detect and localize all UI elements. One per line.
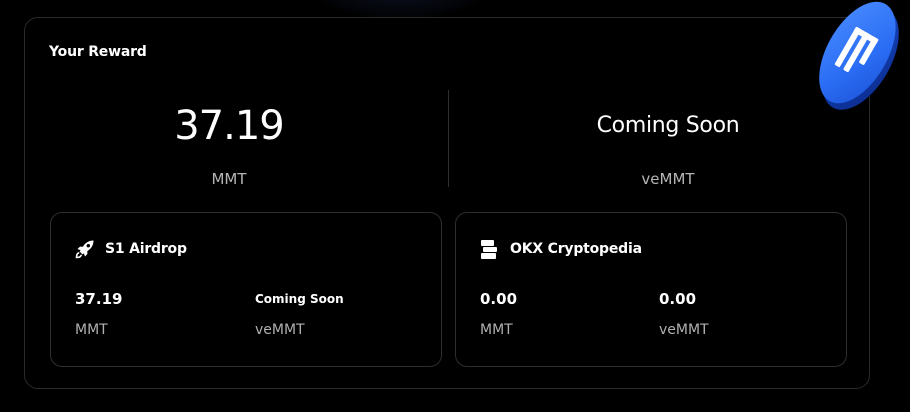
okx-vemmt-value: 0.00 <box>659 290 697 308</box>
okx-cryptopedia-icon <box>478 237 502 261</box>
okx-cryptopedia-label: OKX Cryptopedia <box>510 241 642 257</box>
s1-mmt-unit: MMT <box>75 322 108 338</box>
reward-card: Your Reward 37.19 MMT Coming Soon veMMT … <box>24 17 870 389</box>
s1-vemmt-value: Coming Soon <box>255 292 344 306</box>
vemmt-total-unit: veMMT <box>641 170 695 188</box>
s1-airdrop-header: S1 Airdrop <box>73 237 187 261</box>
okx-mmt-value: 0.00 <box>480 290 518 308</box>
mmt-total-value: 37.19 <box>174 103 285 149</box>
mmt-total-unit: MMT <box>211 170 247 188</box>
s1-vemmt-metric: Coming Soon veMMT <box>255 290 344 338</box>
reward-panel-stage: Your Reward 37.19 MMT Coming Soon veMMT … <box>0 0 910 412</box>
okx-cryptopedia-card: OKX Cryptopedia 0.00 MMT 0.00 veMMT <box>455 212 847 367</box>
s1-mmt-value: 37.19 <box>75 290 123 308</box>
s1-airdrop-label: S1 Airdrop <box>105 241 187 257</box>
reward-title: Your Reward <box>49 44 147 60</box>
mmt-summary: 37.19 MMT <box>29 88 429 188</box>
okx-vemmt-metric: 0.00 veMMT <box>659 290 709 338</box>
okx-mmt-metric: 0.00 MMT <box>480 290 517 338</box>
okx-mmt-unit: MMT <box>480 322 513 338</box>
mmt-coin-logo <box>805 0 910 117</box>
s1-airdrop-card: S1 Airdrop 37.19 MMT Coming Soon veMMT <box>50 212 442 367</box>
s1-mmt-metric: 37.19 MMT <box>75 290 122 338</box>
s1-vemmt-unit: veMMT <box>255 322 305 338</box>
okx-cryptopedia-header: OKX Cryptopedia <box>478 237 642 261</box>
okx-vemmt-unit: veMMT <box>659 322 709 338</box>
rocket-icon <box>73 237 97 261</box>
summary-divider <box>448 90 449 187</box>
